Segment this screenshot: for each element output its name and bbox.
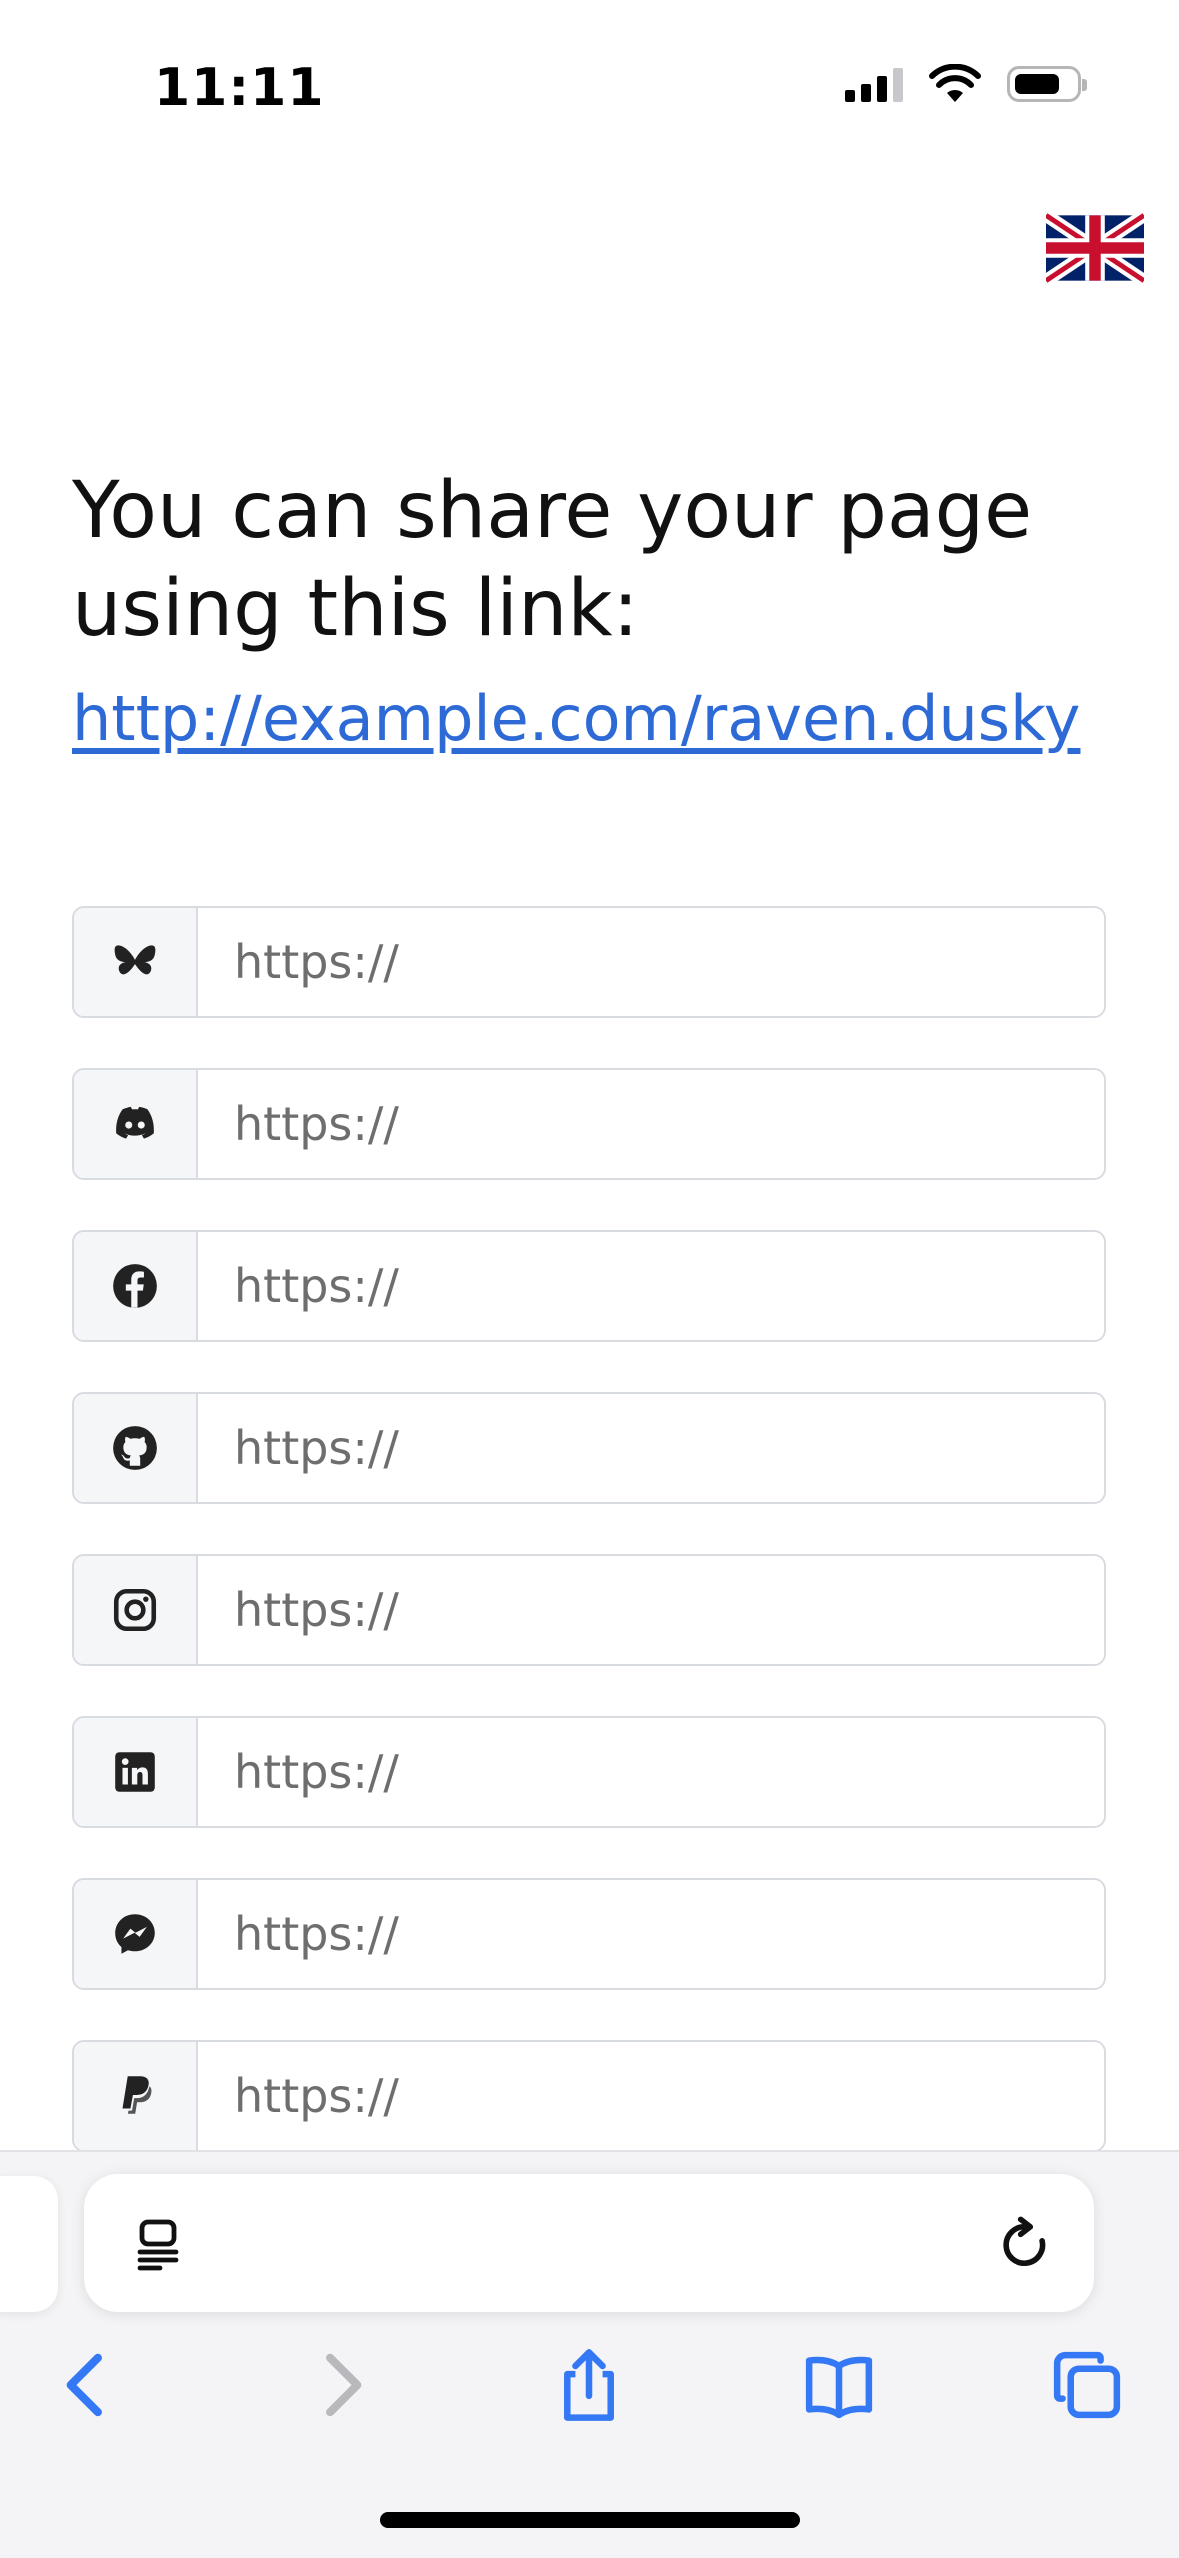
github-url-input[interactable] — [198, 1394, 1104, 1502]
discord-icon — [116, 1106, 154, 1139]
facebook-icon — [113, 1264, 157, 1308]
bookmarks-button[interactable] — [794, 2340, 884, 2430]
uk-flag-icon[interactable] — [1046, 212, 1144, 284]
social-link-row-facebook — [72, 1230, 1106, 1342]
instagram-icon — [113, 1588, 157, 1632]
social-link-row-discord — [72, 1068, 1106, 1180]
social-link-row-bluesky — [72, 906, 1106, 1018]
back-icon — [66, 2353, 102, 2417]
github-icon — [113, 1426, 157, 1470]
tabs-button[interactable] — [1042, 2340, 1132, 2430]
linkedin-icon — [115, 1752, 155, 1792]
social-links-list — [72, 906, 1106, 2202]
instagram-url-input[interactable] — [198, 1556, 1104, 1664]
messenger-url-input[interactable] — [198, 1880, 1104, 1988]
address-bar[interactable] — [84, 2174, 1094, 2312]
wifi-icon — [929, 64, 981, 102]
social-link-row-instagram — [72, 1554, 1106, 1666]
messenger-icon — [115, 1914, 155, 1954]
browser-toolbar — [0, 2340, 1179, 2440]
share-icon — [564, 2349, 614, 2421]
forward-icon — [326, 2353, 362, 2417]
share-heading: You can share your page using this link: — [72, 466, 1033, 654]
reload-icon[interactable] — [996, 2214, 1056, 2274]
previous-tab-preview[interactable] — [0, 2176, 58, 2312]
bluesky-icon — [114, 945, 156, 975]
social-link-row-linkedin — [72, 1716, 1106, 1828]
social-link-row-paypal — [72, 2040, 1106, 2152]
bluesky-url-input[interactable] — [198, 908, 1104, 1016]
forward-button[interactable] — [296, 2340, 386, 2430]
battery-icon — [1007, 66, 1087, 102]
bookmarks-icon — [805, 2356, 873, 2419]
paypal-url-input[interactable] — [198, 2042, 1104, 2150]
cellular-signal-icon — [845, 66, 903, 102]
social-link-row-github — [72, 1392, 1106, 1504]
back-button[interactable] — [42, 2340, 132, 2430]
reader-mode-icon[interactable] — [132, 2216, 188, 2272]
home-indicator — [380, 2512, 800, 2528]
linkedin-url-input[interactable] — [198, 1718, 1104, 1826]
status-time: 11:11 — [154, 58, 325, 118]
share-link[interactable]: http://example.com/raven.dusky — [72, 682, 1080, 755]
status-icons — [845, 64, 1087, 104]
share-button[interactable] — [544, 2340, 634, 2430]
social-link-row-messenger — [72, 1878, 1106, 1990]
tabs-icon — [1053, 2351, 1121, 2419]
facebook-url-input[interactable] — [198, 1232, 1104, 1340]
paypal-icon — [122, 2076, 152, 2114]
discord-url-input[interactable] — [198, 1070, 1104, 1178]
